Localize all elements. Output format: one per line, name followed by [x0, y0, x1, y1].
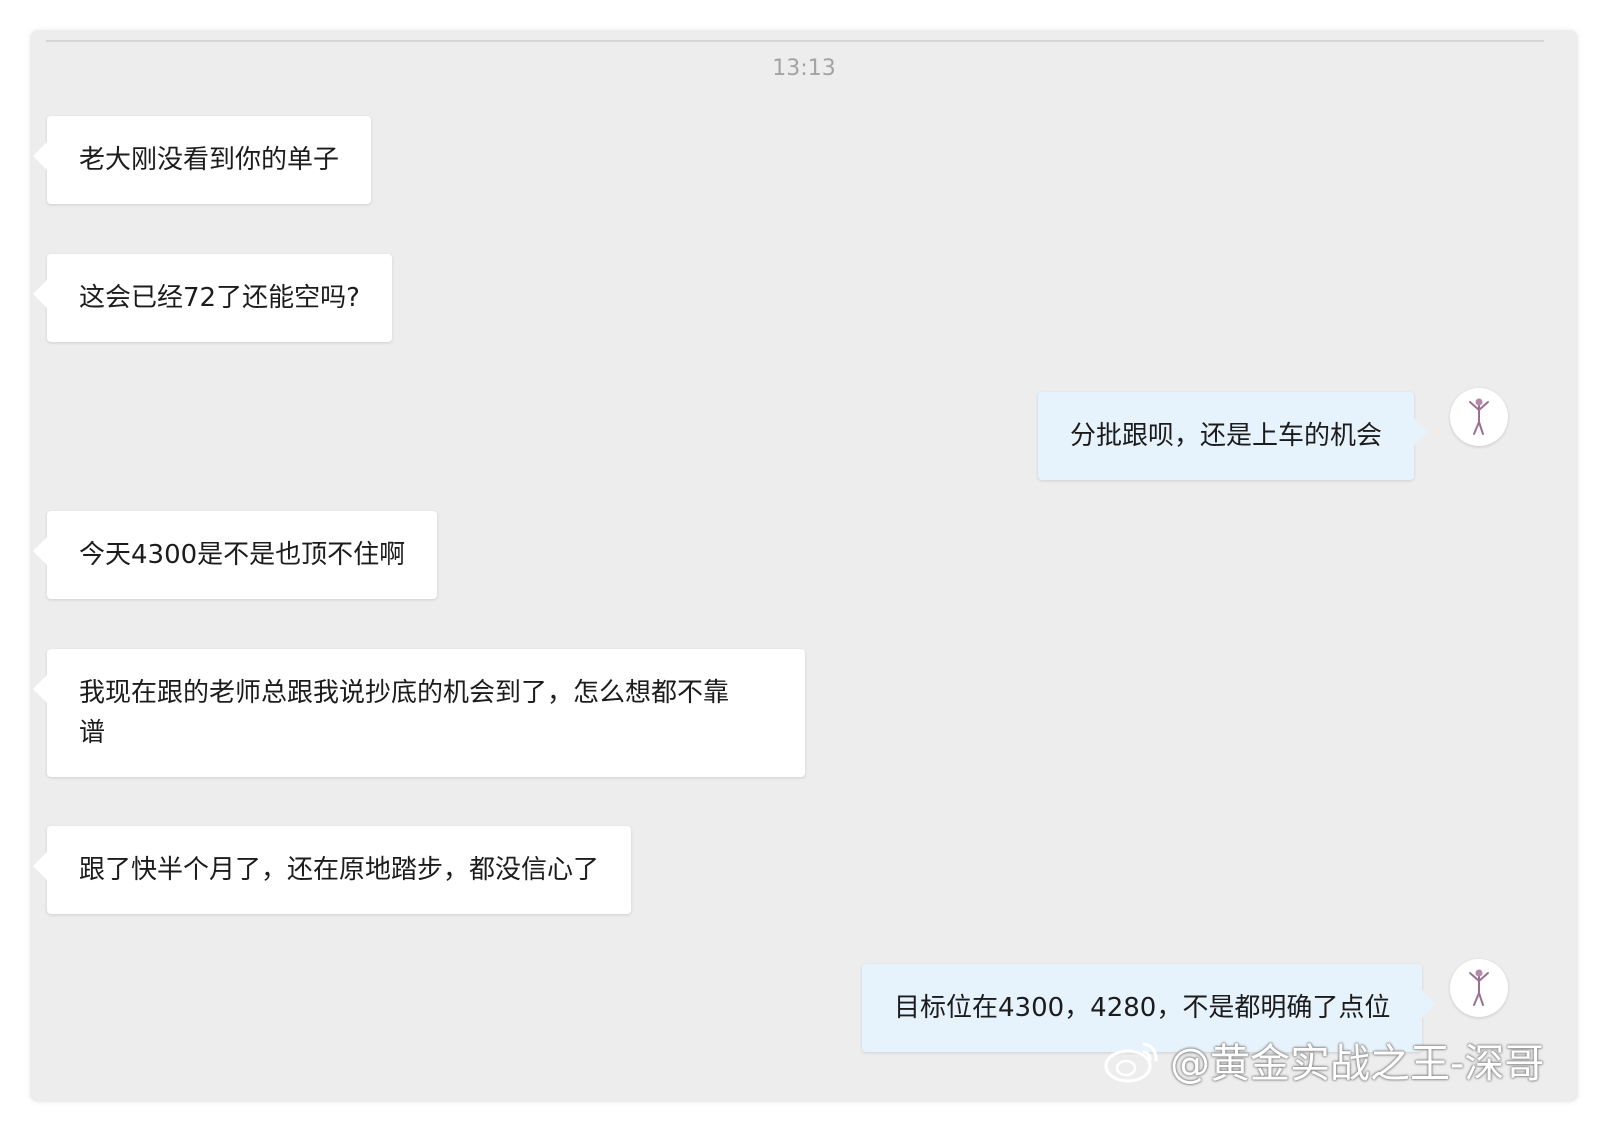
user-avatar[interactable] [1450, 388, 1508, 446]
top-divider [46, 40, 1544, 42]
weibo-watermark: @黄金实战之王-深哥 [1102, 1030, 1544, 1090]
message-text: 分批跟呗，还是上车的机会 [1070, 421, 1383, 451]
message-text: 这会已经72了还能空吗? [79, 283, 360, 313]
message-bubble-incoming[interactable]: 老大刚没看到你的单子 [32, 116, 372, 204]
message-text: 老大刚没看到你的单子 [79, 145, 340, 175]
chat-panel: 13:13 老大刚没看到你的单子 这会已经72了还能空吗? 分批跟呗，还是上车的… [30, 30, 1578, 1102]
message-text: 今天4300是不是也顶不住啊 [79, 540, 406, 570]
weibo-icon [1104, 1042, 1158, 1083]
message-bubble-incoming[interactable]: 这会已经72了还能空吗? [33, 254, 392, 342]
message-bubble-incoming[interactable]: 今天4300是不是也顶不住啊 [32, 511, 438, 599]
message-text: 跟了快半个月了，还在原地踏步，都没信心了 [79, 855, 600, 885]
message-bubble-incoming[interactable]: 我现在跟的老师总跟我说抄底的机会到了，怎么想都不靠 谱 [33, 649, 805, 777]
message-bubble-incoming[interactable]: 跟了快半个月了，还在原地踏步，都没信心了 [32, 826, 632, 914]
message-text-line: 谱 [79, 718, 106, 748]
message-text: 目标位在4300，4280，不是都明确了点位 [894, 993, 1391, 1023]
dancer-figure-icon [1469, 398, 1489, 435]
dancer-figure-icon [1469, 969, 1489, 1006]
message-timestamp: 13:13 [772, 56, 836, 81]
watermark-text: @黄金实战之王-深哥 [1170, 1041, 1545, 1087]
message-text-line: 我现在跟的老师总跟我说抄底的机会到了，怎么想都不靠 [79, 678, 730, 708]
message-bubble-outgoing[interactable]: 分批跟呗，还是上车的机会 [1038, 392, 1429, 480]
user-avatar[interactable] [1450, 959, 1508, 1017]
